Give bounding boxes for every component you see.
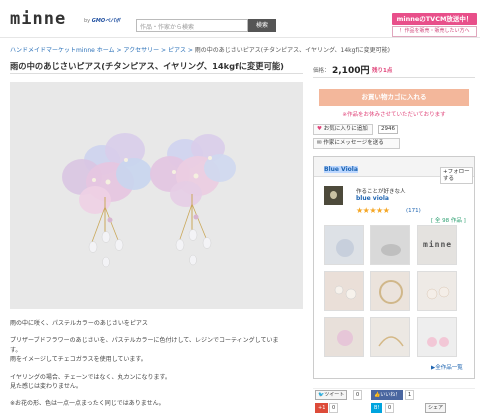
thumb-image <box>371 272 409 310</box>
avatar[interactable] <box>324 186 343 205</box>
price-value: 2,100円 <box>332 66 370 76</box>
desc-line: 雨の中に咲く、パステルカラーのあじさいをピアス <box>10 320 148 327</box>
favorite-count: 2946 <box>378 125 398 134</box>
breadcrumb-home[interactable]: ハンドメイドマーケットminne ホーム <box>10 47 115 54</box>
desc-line: 雨をイメージしてチェコガラスを使用しています。 <box>10 356 147 364</box>
breadcrumb: ハンドメイドマーケットminne ホーム > アクセサリー > ピアス > 雨の… <box>10 45 390 54</box>
mail-icon: ✉ <box>317 140 322 146</box>
tweet-button[interactable]: 🐦ツイート <box>315 390 348 400</box>
product-photo[interactable] <box>10 82 303 309</box>
shop-thumb[interactable]: minne <box>417 225 457 265</box>
minne-logo[interactable]: minne <box>10 9 66 29</box>
unavailable-note: ※作品をお休みさせていただいております <box>342 112 446 118</box>
shop-thumb[interactable] <box>324 225 364 265</box>
thumb-image <box>418 318 456 356</box>
shop-tagline: 作ることが好きな人 <box>356 189 406 195</box>
desc-line: イヤリングの場合、チェーンではなく、丸カンになります。 <box>10 373 171 381</box>
fav-label: お気に入りに追加 <box>323 126 368 132</box>
shop-thumb[interactable] <box>370 225 410 265</box>
price-divider <box>313 77 475 78</box>
breadcrumb-sep: > <box>185 47 195 54</box>
earrings-image <box>10 82 303 309</box>
social-row-1: 🐦ツイート 0 👍いいね！ 1 <box>313 388 475 400</box>
social-row-2: +1 0 B! 0 シェア <box>313 402 475 414</box>
desc-gap <box>10 391 303 399</box>
title-divider <box>10 73 303 74</box>
hatena-button[interactable]: B! <box>371 403 383 413</box>
follow-button[interactable]: +フォローする <box>440 167 473 184</box>
thumb-image <box>325 318 363 356</box>
message-label: 作家にメッセージを送る <box>323 140 384 146</box>
add-favorite-button[interactable]: ♥ お気に入りに追加 <box>313 124 373 135</box>
shop-thumb[interactable] <box>417 317 457 357</box>
product-description: 雨の中に咲く、パステルカラーのあじさいをピアス プリザーブドフラワーのあじさいを… <box>10 319 303 409</box>
gplus-button[interactable]: +1 <box>315 403 329 413</box>
shop-name-link[interactable]: Blue Viola <box>324 166 358 173</box>
add-to-cart-button[interactable]: お買い物カゴに入れる <box>319 89 469 106</box>
message-artist-button[interactable]: ✉ 作家にメッセージを送る <box>313 138 400 149</box>
tweet-count: 0 <box>353 390 363 400</box>
desc-gap <box>10 365 303 373</box>
desc-line: ※お花の形、色は一点一点まったく同じではありません。 <box>10 400 165 408</box>
like-button[interactable]: 👍いいね！ <box>371 390 404 400</box>
search-input[interactable]: 作品・作家から検索 <box>136 19 248 32</box>
shop-thumb[interactable] <box>370 317 410 357</box>
desc-line: す。 <box>10 346 22 354</box>
breadcrumb-accessory[interactable]: アクセサリー <box>123 47 159 54</box>
heart-icon: ♥ <box>317 126 322 132</box>
follow-label: フォローする <box>443 169 470 182</box>
all-items-count[interactable]: [ 全 98 作品 ] <box>431 216 466 224</box>
desc-line: 見た感じは変わりません。 <box>10 383 82 391</box>
by-gmo-label: by GMOペパボ <box>84 17 120 24</box>
tvcm-banner[interactable]: minneのTVCM放送中！ <box>392 13 477 25</box>
like-count: 1 <box>405 390 415 400</box>
breadcrumb-sep: > <box>159 47 168 54</box>
stock-badge: 残り1点 <box>372 68 393 74</box>
rating-count-link[interactable]: (171) <box>406 208 421 214</box>
shop-thumb[interactable] <box>417 271 457 311</box>
tweet-label: ツイート <box>324 392 345 398</box>
all-items-link[interactable]: ▶全作品一覧 <box>431 363 463 371</box>
sell-banner[interactable]: ！作品を販売・販売したい方へ <box>392 26 477 37</box>
thumb-image <box>371 226 409 264</box>
shop-thumb[interactable] <box>370 271 410 311</box>
site-header: minne by GMOペパボ 作品・作家から検索 検索 minneのTVCM放… <box>0 0 480 38</box>
like-label: いいね！ <box>380 392 401 398</box>
shop-thumb[interactable] <box>324 271 364 311</box>
thumb-image <box>371 318 409 356</box>
rating-stars: ★★★★★ <box>356 206 390 215</box>
gmo-brand: GMOペパボ <box>91 18 121 24</box>
desc-gap <box>10 328 303 336</box>
thumb-image <box>325 272 363 310</box>
shop-thumb[interactable] <box>324 317 364 357</box>
gplus-count: 0 <box>329 403 339 413</box>
breadcrumb-pierce[interactable]: ピアス <box>168 47 186 54</box>
by-text: by <box>84 18 91 24</box>
minne-placeholder: minne <box>423 240 453 249</box>
breadcrumb-current: 雨の中のあじさいピアス(チタンピアス、イヤリング、14kgfに変更可能) <box>194 47 390 54</box>
search-button[interactable]: 検索 <box>248 19 276 32</box>
hatena-count: 0 <box>385 403 395 413</box>
share-button[interactable]: シェア <box>425 403 447 413</box>
thumb-image <box>325 226 363 264</box>
shop-user-link[interactable]: blue viola <box>356 195 389 202</box>
desc-line: プリザーブドフラワーのあじさいを、パステルカラーに色付けして、レジンでコーティン… <box>10 337 279 345</box>
price-label: 価格： <box>313 68 330 74</box>
shop-panel: Blue Viola +フォローする 作ることが好きな人 blue viola … <box>313 156 475 379</box>
thumb-image <box>418 272 456 310</box>
page-title: 雨の中のあじさいピアス(チタンピアス、イヤリング、14kgfに変更可能) <box>10 61 284 71</box>
